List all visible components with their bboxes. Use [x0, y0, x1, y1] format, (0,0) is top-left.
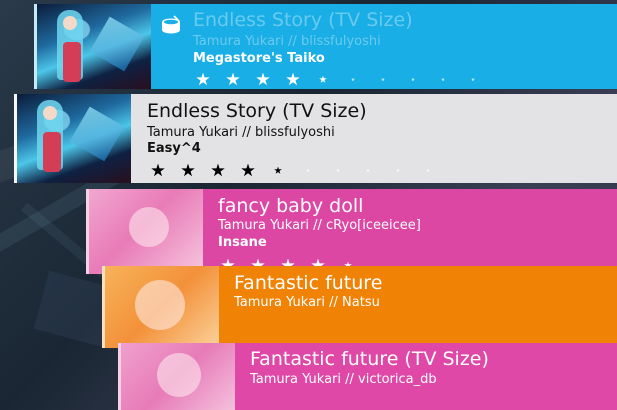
thumbnail-art [63, 16, 77, 30]
song-artist-mapper: Tamura Yukari // cRyo[iceeicee] [218, 218, 421, 233]
star-icon [319, 75, 327, 83]
beatmap-thumbnail [89, 189, 203, 274]
star-icon [471, 77, 475, 82]
song-info: Endless Story (TV Size) Tamura Yukari //… [151, 4, 617, 89]
beatmap-thumbnail [17, 94, 131, 183]
song-info: fancy baby doll Tamura Yukari // cRyo[ic… [203, 189, 617, 274]
song-panel[interactable]: Fantastic future Tamura Yukari // Natsu [102, 266, 617, 348]
thumbnail-art [89, 16, 145, 72]
star-icon [381, 77, 385, 82]
song-artist-mapper: Tamura Yukari // victorica_db [250, 372, 437, 387]
thumbnail-art [63, 42, 81, 82]
star-icon [151, 163, 165, 177]
song-panel[interactable]: Fantastic future (TV Size) Tamura Yukari… [118, 343, 617, 410]
difficulty-name: Insane [218, 235, 267, 250]
star-icon [396, 168, 400, 173]
star-rating [151, 160, 451, 179]
song-title: Fantastic future (TV Size) [250, 348, 489, 370]
star-icon [441, 77, 445, 82]
song-artist-mapper: Tamura Yukari // blissfulyoshi [147, 125, 335, 140]
star-icon [426, 168, 430, 173]
song-panel[interactable]: fancy baby doll Tamura Yukari // cRyo[ic… [86, 189, 617, 274]
song-info: Fantastic future (TV Size) Tamura Yukari… [235, 343, 617, 410]
star-icon [256, 72, 270, 86]
star-icon [411, 77, 415, 82]
star-icon [181, 163, 195, 177]
song-title: fancy baby doll [218, 195, 364, 217]
song-title: Endless Story (TV Size) [147, 100, 367, 122]
difficulty-name: Easy^4 [147, 141, 201, 156]
song-info: Endless Story (TV Size) Tamura Yukari //… [131, 94, 617, 183]
difficulty-name: Megastore's Taiko [193, 51, 325, 66]
star-icon [211, 163, 225, 177]
star-icon [306, 168, 310, 173]
star-rating [196, 69, 496, 88]
beatmap-thumbnail [37, 4, 151, 89]
thumbnail-art [43, 132, 61, 172]
star-icon [286, 72, 300, 86]
song-panel[interactable]: Endless Story (TV Size) Tamura Yukari //… [14, 94, 617, 183]
thumbnail-art [157, 353, 201, 397]
song-title: Endless Story (TV Size) [193, 9, 413, 31]
beatmap-thumbnail [121, 343, 235, 410]
star-icon [226, 72, 240, 86]
song-artist-mapper: Tamura Yukari // blissfulyoshi [193, 34, 381, 49]
thumbnail-art [69, 106, 125, 162]
thumbnail-art [135, 280, 185, 330]
song-artist-mapper: Tamura Yukari // Natsu [234, 295, 380, 310]
star-icon [241, 163, 255, 177]
song-info: Fantastic future Tamura Yukari // Natsu [219, 266, 617, 348]
star-icon [366, 168, 370, 173]
taiko-drum-icon [162, 15, 180, 34]
song-panel-selected[interactable]: Endless Story (TV Size) Tamura Yukari //… [34, 4, 617, 89]
star-icon [196, 72, 210, 86]
thumbnail-art [129, 207, 169, 247]
song-title: Fantastic future [234, 272, 383, 294]
star-icon [351, 77, 355, 82]
star-icon [274, 166, 282, 174]
star-icon [336, 168, 340, 173]
beatmap-thumbnail [105, 266, 219, 348]
thumbnail-art [43, 106, 57, 120]
